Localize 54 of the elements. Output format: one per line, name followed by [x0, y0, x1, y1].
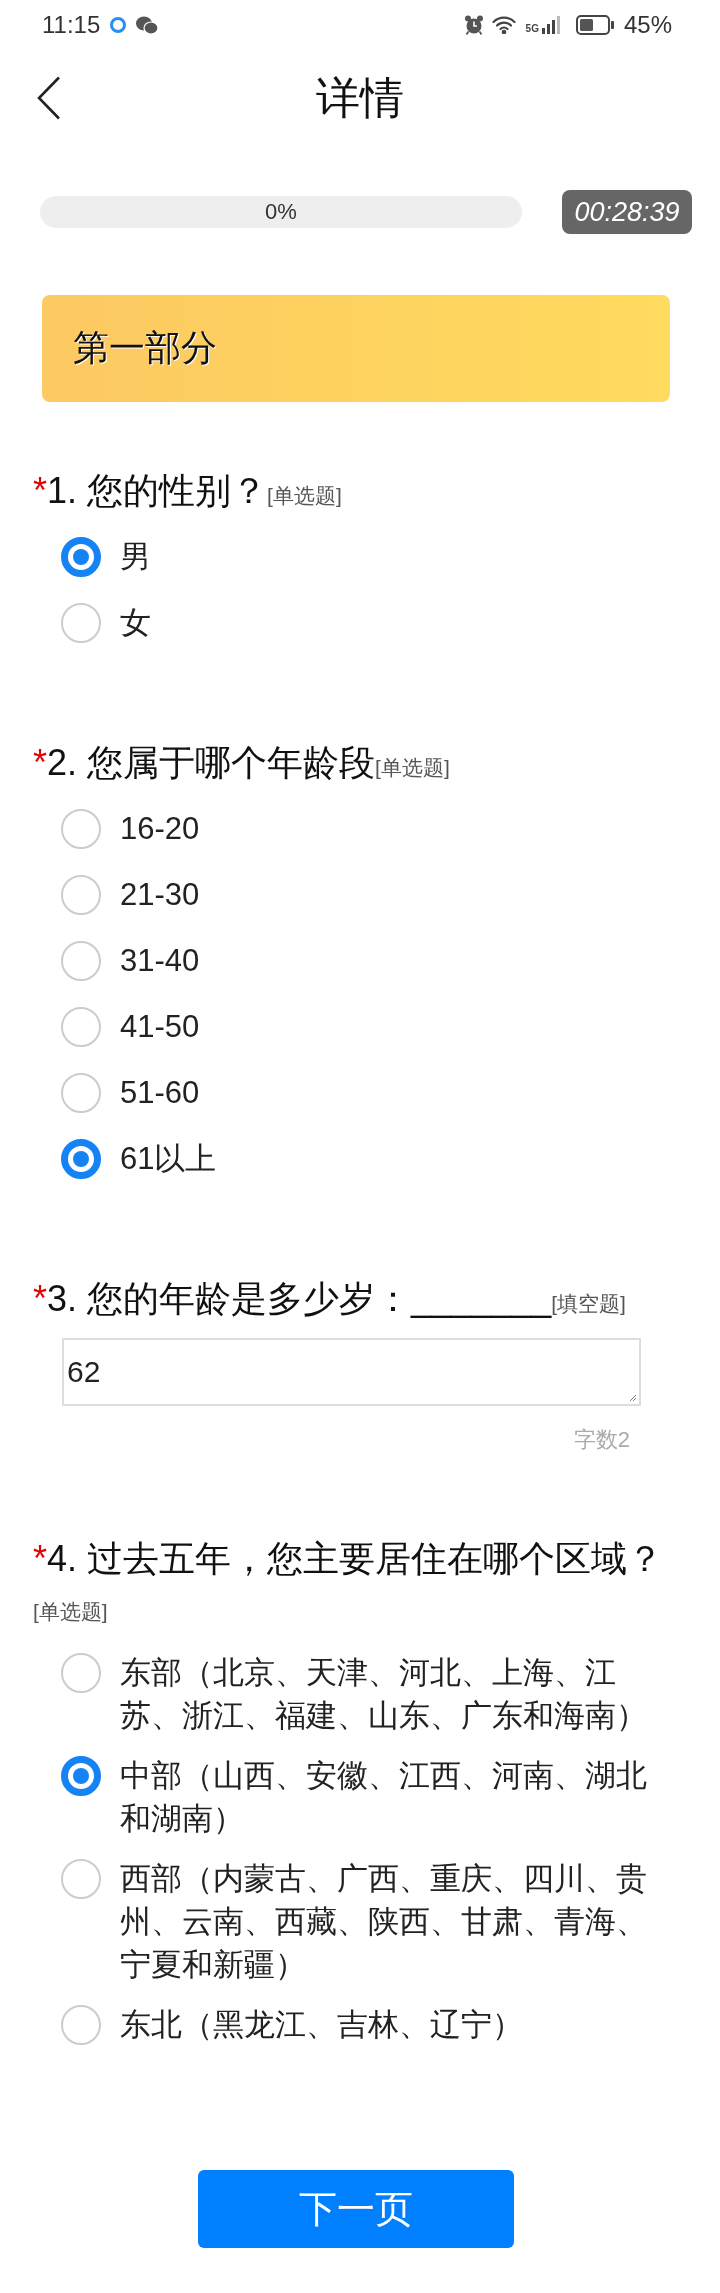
question-title: 2. 您属于哪个年龄段 — [47, 742, 376, 783]
radio-button[interactable] — [61, 1858, 101, 1899]
next-page-button[interactable]: 下一页 — [198, 2170, 514, 2248]
option-label[interactable]: 东北（黑龙江、吉林、辽宁） — [120, 2003, 523, 2046]
radio-button[interactable] — [61, 1072, 101, 1113]
question-type-label: [单选题] — [375, 756, 450, 779]
page-title: 详情 — [316, 71, 404, 124]
radio-button[interactable] — [61, 808, 101, 849]
required-asterisk: * — [33, 1278, 47, 1319]
option-label[interactable]: 61以上 — [120, 1137, 217, 1180]
required-asterisk: * — [33, 1538, 47, 1579]
resize-grip-icon — [630, 1395, 636, 1401]
radio-button[interactable] — [61, 1006, 101, 1047]
option-label[interactable]: 男 — [120, 535, 151, 578]
section-title-banner: 第一部分 — [42, 295, 670, 402]
ring-icon — [110, 17, 127, 33]
progress-percent: 0% — [265, 199, 297, 225]
option-label[interactable]: 女 — [120, 601, 151, 644]
question-title: 4. 过去五年，您主要居住在哪个区域？ — [47, 1538, 664, 1579]
question-type-label: [单选题] — [33, 1600, 108, 1623]
radio-button[interactable] — [61, 1652, 101, 1693]
wifi-icon — [491, 16, 516, 34]
question-type-label: [填空题] — [551, 1292, 626, 1315]
option-label[interactable]: 51-60 — [120, 1071, 200, 1114]
option-label[interactable]: 16-20 — [120, 807, 200, 850]
question-title: 1. 您的性别？ — [47, 470, 268, 511]
radio-button[interactable] — [61, 2004, 101, 2045]
question-title: 3. 您的年龄是多少岁：_______ — [47, 1278, 552, 1319]
radio-button[interactable] — [61, 874, 101, 915]
status-time: 11:15 — [42, 11, 101, 39]
radio-button[interactable] — [61, 536, 101, 577]
battery-icon — [575, 15, 614, 35]
radio-button[interactable] — [61, 1755, 101, 1796]
network-type-label: 5G — [525, 23, 539, 34]
option-label[interactable]: 中部（山西、安徽、江西、河南、湖北和湖南） — [120, 1754, 660, 1840]
question-type-label: [单选题] — [267, 484, 342, 507]
required-asterisk: * — [33, 742, 47, 783]
radio-button[interactable] — [61, 940, 101, 981]
option-label[interactable]: 21-30 — [120, 873, 200, 916]
character-count: 字数2 — [573, 1426, 630, 1454]
back-icon[interactable] — [37, 76, 61, 120]
alarm-clock-icon — [463, 15, 484, 35]
option-label[interactable]: 西部（内蒙古、广西、重庆、四川、贵州、云南、西藏、陕西、甘肃、青海、宁夏和新疆） — [120, 1857, 660, 1986]
option-label[interactable]: 东部（北京、天津、河北、上海、江苏、浙江、福建、山东、广东和海南） — [120, 1651, 660, 1737]
required-asterisk: * — [33, 470, 47, 511]
battery-percent: 45% — [623, 11, 672, 39]
radio-button[interactable] — [61, 602, 101, 643]
answer-field[interactable]: 62 — [62, 1338, 641, 1406]
radio-button[interactable] — [61, 1138, 101, 1179]
countdown-timer: 00:28:39 — [562, 190, 692, 234]
signal-icon — [541, 16, 562, 34]
chat-bubbles-icon — [136, 16, 159, 34]
option-label[interactable]: 41-50 — [120, 1005, 200, 1048]
option-label[interactable]: 31-40 — [120, 939, 200, 982]
